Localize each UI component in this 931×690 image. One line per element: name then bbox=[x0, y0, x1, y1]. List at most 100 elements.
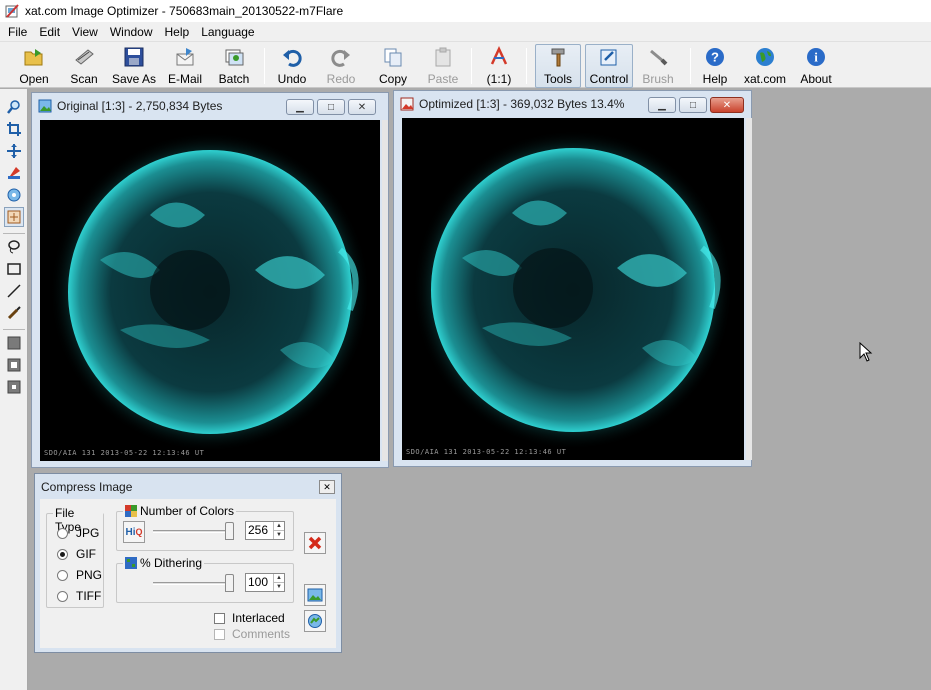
copy-icon bbox=[384, 48, 402, 67]
menu-view[interactable]: View bbox=[66, 25, 104, 39]
save-as-button[interactable]: Save As bbox=[112, 45, 156, 87]
effects-tool[interactable] bbox=[4, 185, 24, 205]
email-button[interactable]: E-Mail bbox=[165, 45, 205, 87]
minimize-button[interactable]: ▁ bbox=[648, 97, 676, 113]
minimize-button[interactable]: ▁ bbox=[286, 99, 314, 115]
menu-language[interactable]: Language bbox=[195, 25, 260, 39]
brush-button[interactable]: Brush bbox=[640, 45, 676, 87]
outline-tool[interactable] bbox=[4, 355, 24, 375]
scan-button[interactable]: Scan bbox=[68, 45, 100, 87]
colors-value: 256 bbox=[248, 523, 269, 537]
actual-size-label: (1:1) bbox=[486, 72, 512, 86]
dithering-spinbox[interactable]: 100 ▲ ▼ bbox=[245, 573, 285, 592]
radio-dot-selected bbox=[57, 548, 68, 560]
dialog-close-button[interactable]: ✕ bbox=[319, 480, 335, 494]
original-image-canvas[interactable]: SDO/AIA 131 2013-05-22 12:13:46 UT bbox=[40, 120, 380, 461]
dithering-value: 100 bbox=[248, 575, 269, 589]
dithering-slider-thumb[interactable] bbox=[225, 574, 234, 592]
select-tool[interactable] bbox=[4, 377, 24, 397]
lasso-tool[interactable] bbox=[4, 237, 24, 257]
resize-tool[interactable] bbox=[4, 141, 24, 161]
batch-label: Batch bbox=[218, 72, 250, 86]
compress-tool[interactable] bbox=[4, 207, 24, 227]
maximize-button[interactable]: □ bbox=[317, 99, 345, 115]
floppy-disk-icon bbox=[124, 47, 144, 67]
menu-window[interactable]: Window bbox=[104, 25, 159, 39]
dithering-slider[interactable] bbox=[153, 582, 233, 585]
menu-help[interactable]: Help bbox=[159, 25, 196, 39]
hiq-button[interactable]: HiQ bbox=[123, 521, 145, 543]
spin-up-icon[interactable]: ▲ bbox=[274, 522, 284, 530]
radio-tiff[interactable]: TIFF bbox=[57, 589, 101, 603]
menu-file[interactable]: File bbox=[2, 25, 33, 39]
lasso-icon bbox=[8, 240, 20, 254]
line-icon bbox=[7, 284, 21, 298]
radio-png[interactable]: PNG bbox=[57, 568, 102, 582]
interlaced-checkbox[interactable]: Interlaced bbox=[214, 611, 285, 625]
effects-icon bbox=[7, 188, 21, 202]
original-image-caption: SDO/AIA 131 2013-05-22 12:13:46 UT bbox=[44, 449, 205, 457]
colors-slider-thumb[interactable] bbox=[225, 522, 234, 540]
xat-button[interactable]: xat.com bbox=[742, 45, 788, 87]
rectangle-tool[interactable] bbox=[4, 259, 24, 279]
redo-button[interactable]: Redo bbox=[324, 45, 358, 87]
copy-button[interactable]: Copy bbox=[376, 45, 410, 87]
color-tool[interactable] bbox=[4, 163, 24, 183]
spin-down-icon[interactable]: ▼ bbox=[274, 582, 284, 591]
about-button[interactable]: i About bbox=[797, 45, 835, 87]
batch-button[interactable]: Batch bbox=[216, 45, 252, 87]
colors-slider[interactable] bbox=[153, 530, 233, 533]
menu-edit[interactable]: Edit bbox=[33, 25, 66, 39]
paint-brush-tool[interactable] bbox=[4, 303, 24, 323]
paste-button[interactable]: Paste bbox=[426, 45, 460, 87]
cancel-button[interactable] bbox=[304, 532, 326, 554]
compress-icon bbox=[7, 210, 21, 224]
dithering-header: % Dithering bbox=[123, 556, 205, 570]
svg-text:?: ? bbox=[711, 50, 719, 65]
copy-label: Copy bbox=[378, 72, 407, 86]
line-tool[interactable] bbox=[4, 281, 24, 301]
control-button[interactable]: Control bbox=[585, 44, 633, 88]
original-vertical-scrollbar[interactable] bbox=[382, 120, 388, 461]
zoom-tool[interactable] bbox=[4, 97, 24, 117]
crop-tool[interactable] bbox=[4, 119, 24, 139]
optimized-image-canvas[interactable]: SDO/AIA 131 2013-05-22 12:13:46 UT bbox=[402, 118, 744, 460]
radio-gif[interactable]: GIF bbox=[57, 547, 96, 561]
hiq-label: Hi bbox=[125, 526, 136, 538]
radio-jpg[interactable]: JPG bbox=[57, 526, 99, 540]
open-folder-icon bbox=[24, 49, 43, 66]
sun-image bbox=[50, 132, 370, 452]
fill-tool[interactable] bbox=[4, 333, 24, 353]
open-button[interactable]: Open bbox=[17, 45, 51, 87]
close-icon: ✕ bbox=[722, 99, 732, 111]
spin-up-icon[interactable]: ▲ bbox=[274, 574, 284, 582]
help-button[interactable]: ? Help bbox=[700, 45, 730, 87]
app-icon bbox=[5, 4, 19, 18]
comments-checkbox[interactable]: Comments bbox=[214, 627, 290, 641]
radio-dot bbox=[57, 569, 68, 581]
preview-button[interactable] bbox=[304, 584, 326, 606]
tool-separator bbox=[3, 329, 25, 330]
close-button[interactable]: ✕ bbox=[710, 97, 744, 113]
number-of-colors-header: Number of Colors bbox=[123, 504, 237, 518]
color-adjust-icon bbox=[8, 167, 20, 179]
apply-button[interactable] bbox=[304, 610, 326, 632]
close-button[interactable]: ✕ bbox=[348, 99, 376, 115]
maximize-button[interactable]: □ bbox=[679, 97, 707, 113]
scan-label: Scan bbox=[70, 72, 98, 86]
batch-icon bbox=[225, 49, 244, 66]
rectangle-icon bbox=[7, 263, 21, 275]
spin-down-icon[interactable]: ▼ bbox=[274, 530, 284, 539]
info-icon: i bbox=[807, 48, 825, 66]
image-icon bbox=[38, 99, 52, 113]
actual-size-button[interactable]: (1:1) bbox=[484, 45, 514, 87]
dither-icon bbox=[125, 557, 137, 569]
optimized-vertical-scrollbar[interactable] bbox=[746, 118, 752, 460]
original-image-window: Original [1:3] - 2,750,834 Bytes ▁ □ ✕ S… bbox=[31, 92, 389, 468]
colors-spinbox[interactable]: 256 ▲ ▼ bbox=[245, 521, 285, 540]
compress-image-dialog: Compress Image ✕ File Type JPG GIF PNG T… bbox=[34, 473, 342, 653]
resize-icon bbox=[7, 144, 21, 158]
tools-button[interactable]: Tools bbox=[535, 44, 581, 88]
main-toolbar: Open Scan Save As E-Mail Batch Undo Redo… bbox=[0, 41, 931, 88]
undo-button[interactable]: Undo bbox=[275, 45, 309, 87]
